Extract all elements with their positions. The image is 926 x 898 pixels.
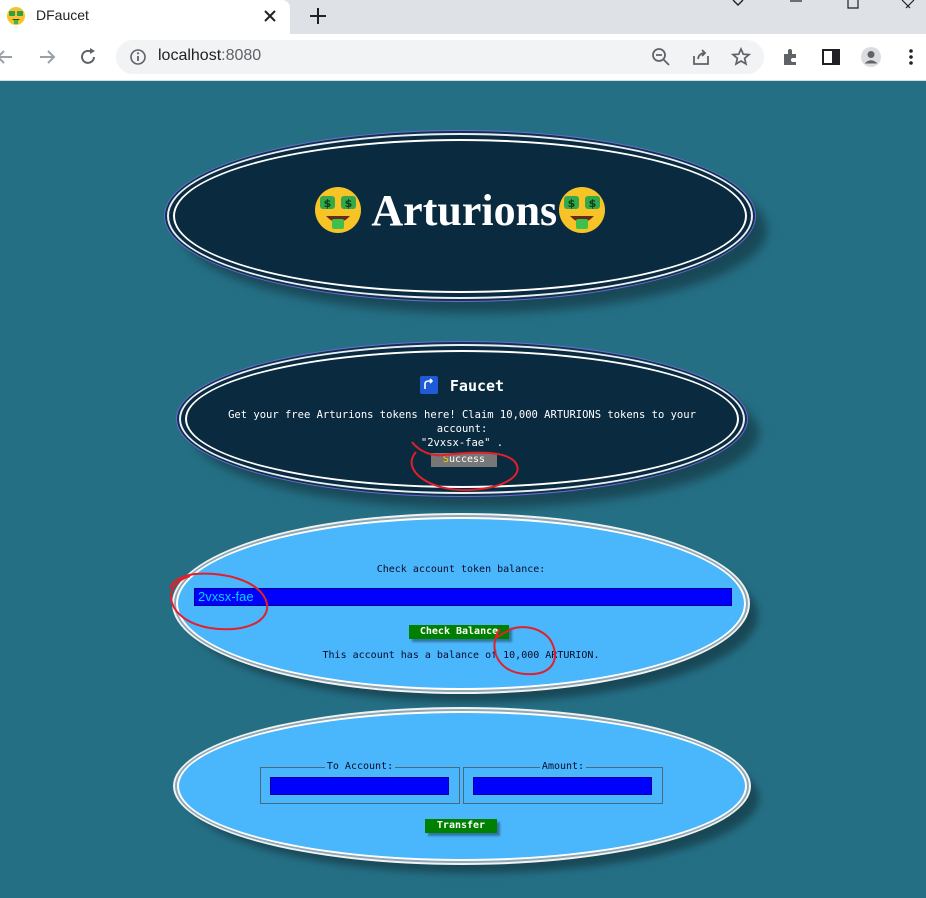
- amount-fieldset: Amount:: [463, 761, 663, 804]
- balance-result: This account has a balance of 10,000 ART…: [322, 650, 600, 661]
- chevron-down-icon[interactable]: [728, 0, 748, 10]
- hero-title: $ $ Arturions $ $: [169, 185, 751, 236]
- to-account-label: To Account:: [324, 761, 396, 772]
- url-text: localhost:8080: [158, 47, 262, 64]
- window-close-icon[interactable]: [898, 0, 918, 10]
- browser-toolbar: localhost:8080: [0, 34, 926, 81]
- tab-title: DFaucet: [36, 7, 89, 23]
- svg-text:$: $: [344, 197, 352, 210]
- to-account-fieldset: To Account:: [260, 761, 460, 804]
- transfer-button[interactable]: Transfer: [425, 819, 497, 833]
- svg-text:$: $: [323, 197, 331, 210]
- new-tab-icon[interactable]: [305, 3, 331, 29]
- account-input[interactable]: 2vxsx-fae: [194, 588, 732, 606]
- amount-legend: Amount:: [464, 761, 662, 772]
- faucet-description: Get your free Arturions tokens here! Cla…: [201, 408, 723, 450]
- zoom-icon[interactable]: [650, 46, 672, 68]
- minimize-icon[interactable]: [786, 0, 806, 10]
- faucet-heading: Faucet: [181, 376, 743, 395]
- faucet-heading-text: Faucet: [449, 377, 505, 395]
- amount-input[interactable]: [473, 777, 652, 795]
- faucet-description-text: Get your free Arturions tokens here! Cla…: [228, 409, 696, 435]
- profile-avatar-icon[interactable]: [860, 46, 882, 68]
- hero-title-text: Arturions: [371, 186, 558, 235]
- maximize-icon[interactable]: [843, 0, 863, 10]
- faucet-card: Faucet Get your free Arturions tokens he…: [179, 344, 745, 494]
- check-balance-button[interactable]: Check Balance: [409, 625, 509, 639]
- amount-label: Amount:: [539, 761, 587, 772]
- success-button[interactable]: Success: [431, 453, 497, 467]
- forward-arrow-icon[interactable]: [36, 46, 58, 68]
- svg-text:$: $: [568, 197, 576, 210]
- reload-icon[interactable]: [77, 46, 99, 68]
- money-face-icon: $ $: [314, 187, 361, 233]
- to-account-legend: To Account:: [261, 761, 459, 772]
- success-button-rest: uccess: [448, 454, 486, 465]
- faucet-icon: [419, 376, 438, 394]
- bookmark-star-icon[interactable]: [730, 46, 752, 68]
- transfer-card: To Account: Amount: Transfer: [177, 711, 747, 861]
- svg-text:$: $: [589, 197, 597, 210]
- money-face-icon: $ $: [559, 187, 606, 233]
- extensions-icon[interactable]: [780, 46, 802, 68]
- info-icon[interactable]: [128, 47, 148, 67]
- browser-tab[interactable]: DFaucet: [0, 0, 290, 34]
- side-panel-icon[interactable]: [820, 46, 842, 68]
- tab-strip: DFaucet: [0, 0, 926, 34]
- hero-banner: $ $ Arturions $ $: [167, 133, 753, 299]
- balance-label: Check account token balance:: [376, 564, 546, 575]
- kebab-menu-icon[interactable]: [900, 46, 922, 68]
- close-icon[interactable]: [258, 4, 282, 28]
- faucet-account: "2vxsx-fae" .: [420, 437, 504, 449]
- address-bar[interactable]: localhost:8080: [116, 40, 764, 74]
- share-icon[interactable]: [690, 46, 712, 68]
- back-arrow-icon[interactable]: [0, 46, 16, 68]
- balance-card: Check account token balance: 2vxsx-fae C…: [176, 517, 746, 690]
- money-face-icon: [7, 7, 25, 25]
- to-account-input[interactable]: [270, 777, 449, 795]
